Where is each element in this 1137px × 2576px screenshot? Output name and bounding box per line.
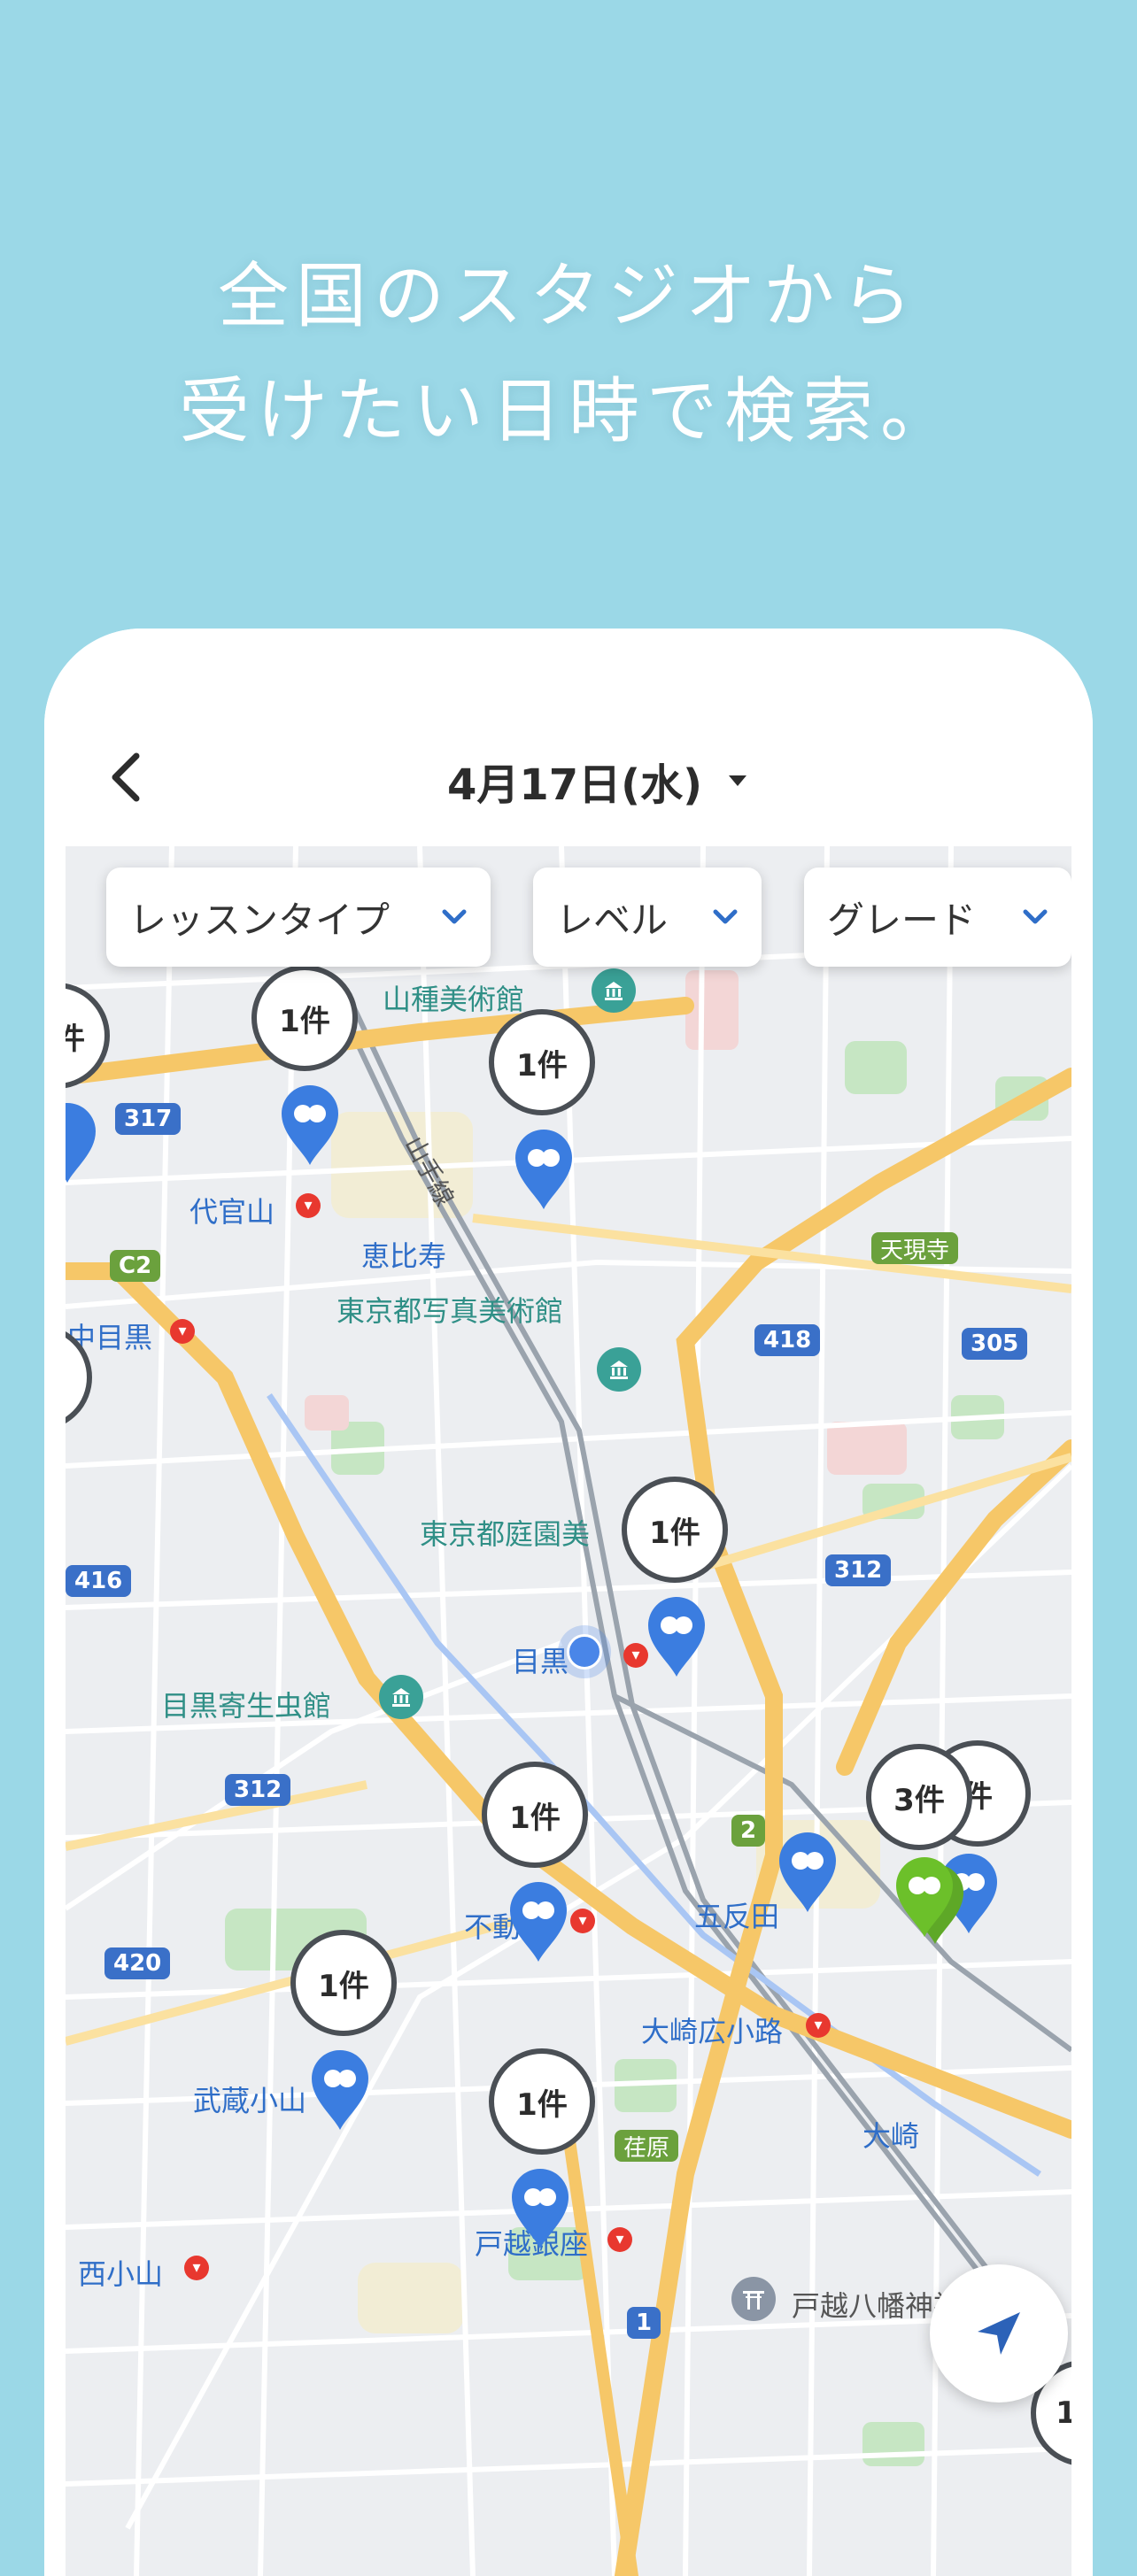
route-shield: 418 bbox=[754, 1324, 821, 1356]
studio-marker-icon bbox=[648, 1597, 705, 1677]
studio-pin[interactable]: 1件 bbox=[243, 965, 367, 1168]
place-label: 代官山 bbox=[190, 1195, 275, 1229]
place-label: 東京都庭園美 bbox=[420, 1517, 591, 1551]
studio-pin[interactable]: 1件 bbox=[613, 1477, 737, 1680]
headline-line-1: 全国のスタジオから bbox=[218, 255, 919, 337]
route-shield: 1 bbox=[627, 2307, 661, 2339]
studio-marker-icon bbox=[512, 2169, 568, 2248]
place-label: 天現寺 bbox=[871, 1232, 959, 1264]
station-icon: ▾ bbox=[296, 1193, 321, 1218]
place-label: 東京都写真美術館 bbox=[336, 1294, 564, 1328]
date-label: 4月17日(水) bbox=[446, 760, 703, 810]
back-button[interactable] bbox=[99, 742, 152, 813]
current-location-dot bbox=[558, 1625, 611, 1678]
chevron-left-icon bbox=[112, 752, 140, 802]
studio-pin[interactable] bbox=[776, 1829, 855, 1926]
route-shield: 305 bbox=[962, 1328, 1028, 1360]
navigation-arrow-icon bbox=[978, 2312, 1020, 2355]
museum-icon bbox=[597, 1347, 641, 1392]
route-shield: 312 bbox=[225, 1774, 291, 1806]
filter-label: グレード bbox=[827, 898, 977, 942]
phone-screen: 4月17日(水) 山種美術館 山手線 代官山 ▾ 恵比寿 東京都写真美術館 中目… bbox=[44, 629, 1093, 2576]
route-shield: 312 bbox=[825, 1554, 892, 1586]
studio-pin[interactable]: 1件 bbox=[480, 2048, 604, 2252]
date-selector[interactable]: 4月17日(水) bbox=[398, 745, 797, 816]
locate-me-button[interactable] bbox=[930, 2264, 1068, 2402]
route-shield: 317 bbox=[115, 1103, 182, 1135]
pin-count-bubble: 1件 bbox=[489, 1009, 595, 1115]
studio-marker-icon bbox=[896, 1857, 963, 1944]
studio-pin[interactable]: 1件 bbox=[480, 1009, 604, 1213]
pin-count-bubble: 1件 bbox=[489, 2048, 595, 2155]
place-label: 大崎広小路 bbox=[641, 2015, 784, 2048]
filter-level[interactable]: レベル bbox=[533, 868, 762, 967]
studio-marker-icon bbox=[515, 1130, 572, 1209]
pin-count-bubble: 1件 bbox=[622, 1477, 728, 1583]
top-bar: 4月17日(水) bbox=[44, 629, 1093, 846]
filter-lesson-type[interactable]: レッスンタイプ bbox=[106, 868, 491, 967]
filter-label: レッスンタイプ bbox=[129, 898, 391, 942]
station-icon: ▾ bbox=[806, 2013, 831, 2038]
museum-icon bbox=[379, 1675, 423, 1719]
studio-pin[interactable]: 件 bbox=[66, 983, 110, 1186]
map-view[interactable]: 山種美術館 山手線 代官山 ▾ 恵比寿 東京都写真美術館 中目黒 ▾ 天現寺 東… bbox=[66, 846, 1071, 2576]
studio-pin[interactable] bbox=[66, 1324, 92, 1431]
route-shield: 416 bbox=[66, 1565, 132, 1597]
caret-down-icon bbox=[729, 775, 747, 786]
place-label: 目黒寄生虫館 bbox=[161, 1689, 332, 1723]
studio-marker-icon bbox=[282, 1085, 338, 1165]
studio-pin[interactable]: 1件 bbox=[473, 1762, 597, 1965]
studio-pin-cluster[interactable]: 3件 bbox=[866, 1744, 999, 1947]
headline-line-2: 受けたい日時で検索。 bbox=[179, 370, 958, 452]
pin-count-bubble: 1件 bbox=[251, 965, 358, 1071]
route-shield: 420 bbox=[104, 1947, 171, 1979]
studio-marker-icon bbox=[779, 1832, 836, 1912]
place-label: 大崎 bbox=[862, 2119, 920, 2153]
studio-pin[interactable]: 1件 bbox=[282, 1930, 406, 2133]
place-label: 恵比寿 bbox=[361, 1239, 447, 1273]
station-icon: ▾ bbox=[184, 2256, 209, 2280]
route-shield: C2 bbox=[110, 1250, 161, 1282]
pin-count-bubble: 件 bbox=[66, 983, 110, 1089]
chevron-down-icon bbox=[713, 909, 738, 924]
studio-marker-icon bbox=[66, 1103, 96, 1183]
filter-grade[interactable]: グレード bbox=[804, 868, 1071, 967]
chevron-down-icon bbox=[1023, 909, 1048, 924]
route-shield: 2 bbox=[731, 1815, 766, 1847]
place-label: 五反田 bbox=[694, 1900, 780, 1933]
chevron-down-icon bbox=[442, 909, 467, 924]
studio-marker-icon bbox=[510, 1882, 567, 1962]
filter-label: レベル bbox=[556, 898, 669, 942]
station-icon: ▾ bbox=[170, 1319, 195, 1344]
studio-marker-icon bbox=[312, 2050, 368, 2130]
shrine-icon bbox=[731, 2277, 776, 2321]
station-icon: ▾ bbox=[607, 2227, 632, 2252]
pin-count-bubble: 1件 bbox=[482, 1762, 588, 1868]
place-label: 荏原 bbox=[615, 2130, 679, 2162]
pin-count-bubble: 3件 bbox=[866, 1744, 972, 1850]
pin-count-bubble: 1件 bbox=[290, 1930, 397, 2036]
headline: 全国のスタジオから 受けたい日時で検索。 bbox=[0, 239, 1137, 469]
museum-icon bbox=[592, 968, 636, 1013]
place-label: 西小山 bbox=[78, 2257, 164, 2291]
